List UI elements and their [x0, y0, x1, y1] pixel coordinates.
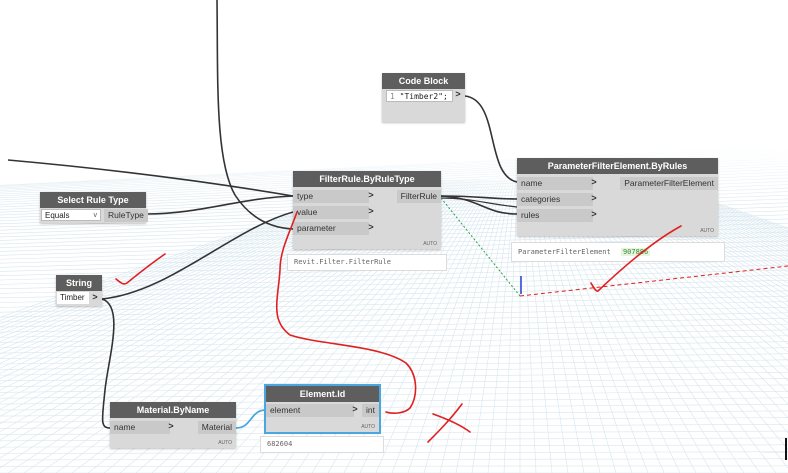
- annotation-checkmark-left: [115, 253, 166, 285]
- annotation-cross: [427, 403, 471, 443]
- red-annotations: [115, 211, 682, 443]
- annotation-checkmark-right: [590, 225, 682, 292]
- dynamo-canvas[interactable]: Code Block 1 "Timber2"; > FilterRule.ByR…: [0, 0, 788, 473]
- annotation-loop-line: [275, 211, 417, 414]
- window-edge: [785, 438, 787, 460]
